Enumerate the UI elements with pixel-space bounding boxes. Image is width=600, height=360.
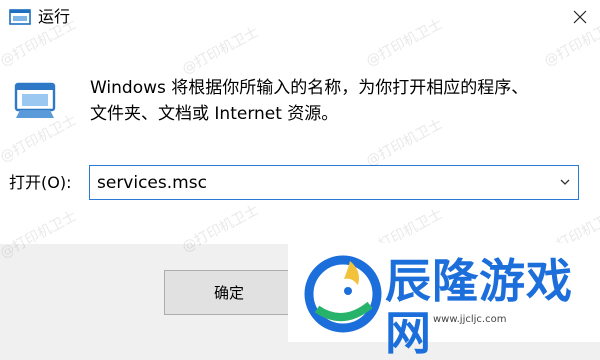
brand-url: www.jjcljc.com [433,314,507,325]
chevron-down-icon[interactable] [558,175,572,189]
ok-button[interactable]: 确定 [164,270,294,315]
run-program-icon [14,82,56,118]
description: Windows 将根据你所输入的名称，为你打开相应的程序、 文件夹、文档或 In… [90,75,570,127]
close-button[interactable] [560,0,600,34]
window-title: 运行 [38,7,71,26]
open-combobox[interactable]: services.msc [89,165,579,200]
close-icon [573,10,587,24]
site-logo-overlay: 辰隆游戏网 www.jjcljc.com [288,243,600,359]
run-app-icon [9,9,31,25]
description-line-1: Windows 将根据你所输入的名称，为你打开相应的程序、 [90,78,529,98]
open-field-label: 打开(O): [9,173,72,192]
title-bar: 运行 [0,0,600,34]
dialog-content [0,34,600,244]
description-line-2: 文件夹、文档或 Internet 资源。 [90,104,339,124]
brand-name: 辰隆游戏网 [385,254,573,360]
dragon-logo-icon [304,255,382,333]
open-input[interactable]: services.msc [97,172,207,194]
